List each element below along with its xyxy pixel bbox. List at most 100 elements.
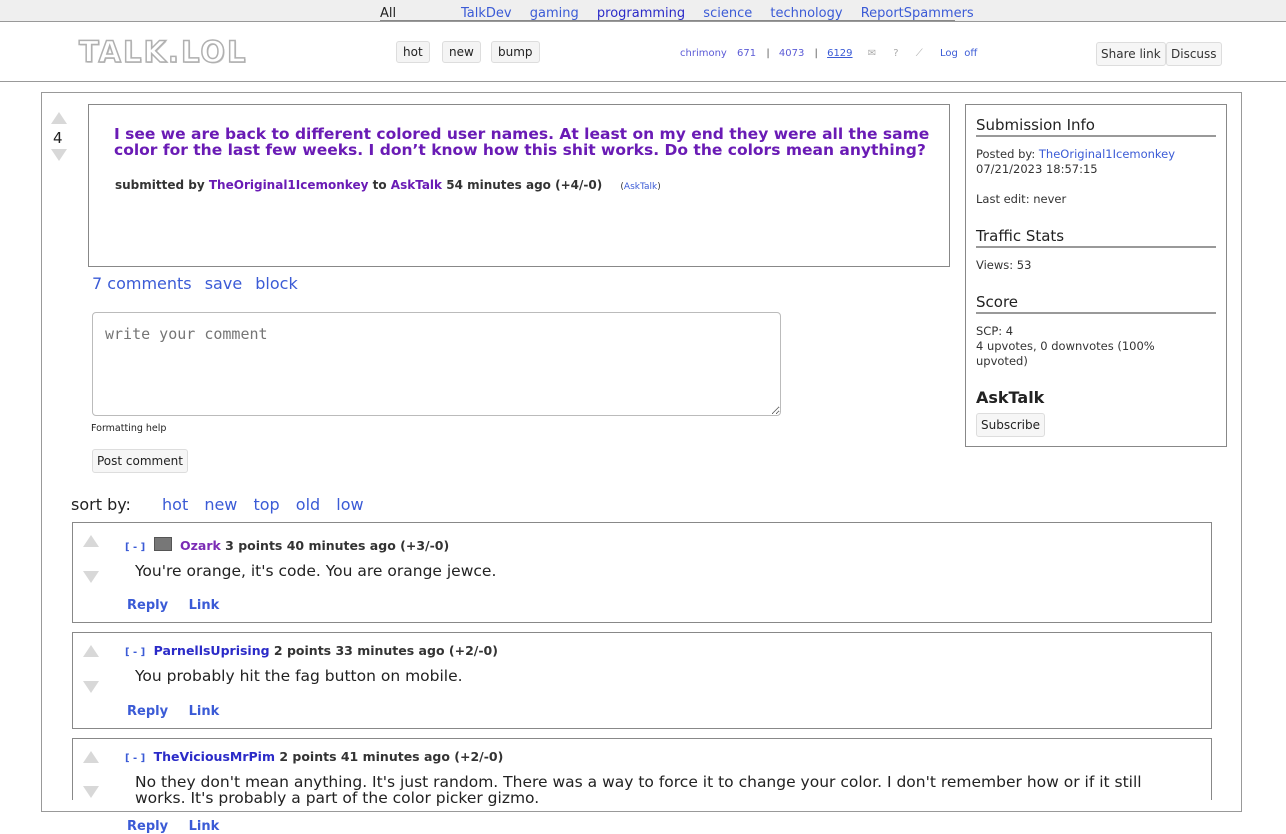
user-stat-2[interactable]: 4073 [779, 48, 804, 59]
username-link[interactable]: chrimony [680, 48, 727, 59]
sort-hot-link[interactable]: hot [162, 495, 188, 514]
posted-by-info: Posted by: TheOriginal1Icemonkey 07/21/2… [976, 147, 1176, 176]
comments-count-link[interactable]: 7 comments [92, 274, 192, 293]
formatting-help-link[interactable]: Formatting help [91, 423, 166, 434]
downvote-arrow-icon[interactable] [51, 149, 67, 161]
top-subverse-bar: All TalkDev gaming programming science t… [0, 0, 1286, 22]
nav-talkdev-link[interactable]: TalkDev [461, 6, 512, 21]
comment-meta: 2 points 41 minutes ago (+2/-0) [279, 749, 504, 764]
upvote-arrow-icon[interactable] [51, 112, 67, 124]
permalink-link[interactable]: Link [189, 819, 220, 834]
comment-upvote-icon[interactable] [83, 535, 99, 547]
bump-sort-button[interactable]: bump [491, 41, 540, 63]
comment-downvote-icon[interactable] [83, 681, 99, 693]
nav-all-link[interactable]: All [380, 6, 396, 21]
submission-author-link[interactable]: TheOriginal1Icemonkey [209, 178, 369, 192]
sort-new-link[interactable]: new [204, 495, 237, 514]
save-link[interactable]: save [205, 274, 242, 293]
collapse-toggle[interactable]: [ - ] [125, 647, 145, 658]
help-icon[interactable]: ? [893, 48, 898, 59]
edit-icon[interactable]: ⟋ [916, 48, 923, 59]
user-stat-3[interactable]: 6129 [827, 48, 852, 59]
comment-actions: Reply Link [127, 704, 235, 719]
comment-sort-bar: sort by: hot new top old low [71, 495, 364, 514]
comment-author-link[interactable]: TheViciousMrPim [154, 749, 275, 764]
submission-title[interactable]: I see we are back to different colored u… [114, 126, 934, 158]
user-avatar [153, 537, 172, 551]
comment-upvote-icon[interactable] [83, 645, 99, 657]
comment-downvote-icon[interactable] [83, 571, 99, 583]
submission-byline: submitted by TheOriginal1Icemonkey to As… [115, 178, 661, 192]
comment-author-link[interactable]: ParnellsUprising [154, 643, 270, 658]
sidebar-sub-name: AskTalk [976, 388, 1045, 407]
comment: [ - ] ParnellsUprising 2 points 33 minut… [72, 632, 1212, 729]
sort-by-label: sort by: [71, 495, 131, 514]
permalink-link[interactable]: Link [189, 598, 220, 613]
submitted-by-label: submitted by [115, 178, 205, 192]
vote-breakdown: 4 upvotes, 0 downvotes (100% upvoted) [976, 339, 1155, 368]
discuss-button[interactable]: Discuss [1166, 42, 1222, 66]
views-count: Views: 53 [976, 258, 1032, 272]
submission-sidebar: Submission Info Posted by: TheOriginal1I… [965, 104, 1227, 447]
reply-link[interactable]: Reply [127, 704, 168, 719]
comment-textarea[interactable] [92, 312, 781, 416]
user-stat-separator: | [814, 48, 818, 59]
nav-science-link[interactable]: science [703, 6, 752, 21]
mail-icon[interactable]: ✉ [868, 48, 876, 59]
reply-link[interactable]: Reply [127, 819, 168, 834]
scp-value: SCP: 4 [976, 324, 1014, 338]
nav-reportspammers-link[interactable]: ReportSpammers [861, 6, 974, 21]
block-link[interactable]: block [255, 274, 297, 293]
score-heading: Score [976, 293, 1216, 314]
submission-score: 4 [53, 129, 63, 147]
new-sort-button[interactable]: new [442, 41, 481, 63]
user-stat-separator: | [766, 48, 770, 59]
sort-old-link[interactable]: old [296, 495, 320, 514]
hot-sort-button[interactable]: hot [396, 41, 430, 63]
submission-sub-link[interactable]: AskTalk [391, 178, 442, 192]
comment-meta: 2 points 33 minutes ago (+2/-0) [273, 643, 498, 658]
comment-header: [ - ] Ozark 3 points 40 minutes ago (+3/… [125, 537, 449, 553]
comment-actions: Reply Link [127, 819, 235, 834]
logoff-link[interactable]: Log off [940, 48, 977, 59]
sort-top-link[interactable]: top [253, 495, 279, 514]
user-stat-1[interactable]: 671 [737, 48, 756, 59]
comment: [ - ] TheViciousMrPim 2 points 41 minute… [72, 738, 1212, 834]
share-link-button[interactable]: Share link [1096, 42, 1166, 66]
comment-upvote-icon[interactable] [83, 751, 99, 763]
nav-programming-link[interactable]: programming [597, 6, 685, 21]
submission-actions: 7 comments save block [92, 274, 306, 293]
comment-header: [ - ] ParnellsUprising 2 points 33 minut… [125, 643, 498, 658]
domain-link[interactable]: AskTalk [624, 182, 657, 192]
comment-body: No they don't mean anything. It's just r… [135, 773, 1142, 807]
reply-link[interactable]: Reply [127, 598, 168, 613]
submission-time: 54 minutes ago (+4/-0) [446, 178, 603, 192]
permalink-link[interactable]: Link [189, 704, 220, 719]
last-edit-info: Last edit: never [976, 192, 1067, 206]
submission-domain: (AskTalk) [620, 182, 661, 192]
comment-meta: 3 points 40 minutes ago (+3/-0) [225, 538, 450, 553]
submission-info-heading: Submission Info [976, 116, 1216, 137]
collapse-toggle[interactable]: [ - ] [125, 753, 145, 764]
nav-gaming-link[interactable]: gaming [530, 6, 579, 21]
comment-downvote-icon[interactable] [83, 786, 99, 798]
post-comment-button[interactable]: Post comment [92, 449, 188, 473]
user-bar: chrimony 671 | 4073 | 6129 ✉ ? ⟋ Log off [680, 48, 977, 59]
comment: [ - ] Ozark 3 points 40 minutes ago (+3/… [72, 522, 1212, 623]
comment-body: You're orange, it's code. You are orange… [135, 562, 497, 580]
comment-header: [ - ] TheViciousMrPim 2 points 41 minute… [125, 749, 503, 764]
site-header: TALK.LOL hot new bump chrimony 671 | 407… [0, 22, 1286, 82]
sidebar-author-link[interactable]: TheOriginal1Icemonkey [1039, 147, 1175, 161]
to-label: to [372, 178, 387, 192]
traffic-stats-heading: Traffic Stats [976, 227, 1216, 248]
site-logo[interactable]: TALK.LOL [78, 34, 248, 70]
comment-actions: Reply Link [127, 598, 235, 613]
comment-body: You probably hit the fag button on mobil… [135, 667, 463, 685]
nav-technology-link[interactable]: technology [770, 6, 842, 21]
sort-low-link[interactable]: low [336, 495, 363, 514]
subscribe-button[interactable]: Subscribe [976, 413, 1045, 437]
comment-author-link[interactable]: Ozark [180, 538, 221, 553]
subverse-list: TalkDev gaming programming science techn… [461, 6, 988, 21]
collapse-toggle[interactable]: [ - ] [125, 542, 145, 553]
posted-date: 07/21/2023 18:57:15 [976, 162, 1098, 176]
